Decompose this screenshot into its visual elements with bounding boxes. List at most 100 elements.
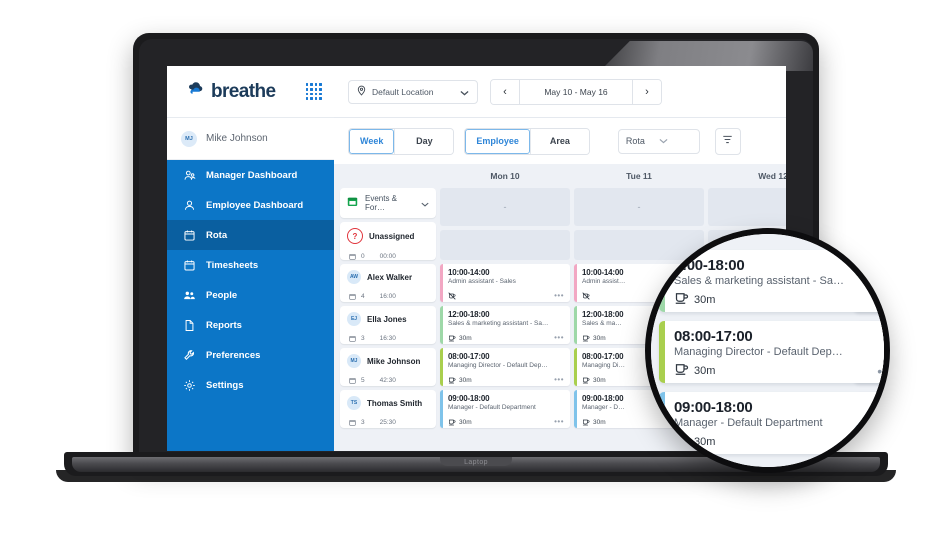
employee-row-ella-jones[interactable]: EJ Ella Jones 3 16:30 bbox=[340, 306, 436, 344]
employee-name: Mike Johnson bbox=[367, 356, 421, 366]
prev-week-button[interactable]: ‹ bbox=[491, 79, 519, 104]
view-select[interactable]: Rota bbox=[617, 128, 700, 154]
shift-card[interactable]: 12:00-18:00 Sales & marketing assistant … bbox=[440, 306, 570, 344]
tab-week[interactable]: Week bbox=[349, 128, 395, 154]
shift-count-icon bbox=[349, 329, 356, 347]
document-icon bbox=[182, 318, 196, 332]
shift-menu-button[interactable]: ••• bbox=[877, 435, 884, 449]
calendar-icon bbox=[182, 228, 196, 242]
shift-card[interactable]: 2:00-18:00 Sales & marketing assistant -… bbox=[659, 250, 884, 312]
shift-menu-button[interactable]: ••• bbox=[877, 293, 884, 307]
shift-menu-button[interactable]: ••• bbox=[877, 364, 884, 378]
sidebar-item-manager-dashboard[interactable]: Manager Dashboard bbox=[167, 160, 334, 190]
break-icon bbox=[582, 371, 590, 386]
employee-row-unassigned[interactable]: ? Unassigned 0 00:00 bbox=[340, 222, 436, 260]
break-icon bbox=[674, 290, 689, 310]
wrench-icon bbox=[182, 348, 196, 362]
employee-column: Events & For… ? Unassigned 0 00:00 AW Al… bbox=[340, 164, 436, 451]
shift-time: 08:00-17:00 bbox=[448, 352, 490, 361]
employee-name: Thomas Smith bbox=[367, 398, 423, 408]
user-icon bbox=[182, 198, 196, 212]
shift-time: 10:00-14:00 bbox=[448, 268, 490, 277]
range-tab-group: Week Day bbox=[348, 127, 455, 155]
shift-card[interactable]: 08:00-17:00 Managing Director - Default … bbox=[659, 321, 884, 383]
break-icon bbox=[448, 371, 456, 386]
date-range-label: May 10 - May 16 bbox=[519, 79, 633, 104]
unassigned-cell[interactable] bbox=[440, 230, 570, 260]
shift-time: 09:00-18:00 bbox=[448, 394, 490, 403]
sidebar-item-timesheets[interactable]: Timesheets bbox=[167, 250, 334, 280]
hours-total: 16:00 bbox=[379, 292, 396, 300]
sidebar-item-label: Reports bbox=[206, 319, 242, 331]
shift-card[interactable]: 09:00-18:00 Manager - Default Department… bbox=[440, 390, 570, 428]
location-value: Default Location bbox=[372, 86, 434, 97]
filter-button[interactable] bbox=[714, 127, 741, 155]
events-forecast-select[interactable]: Events & For… bbox=[340, 188, 436, 218]
group-tab-group: Employee Area bbox=[464, 127, 590, 155]
shift-count-icon bbox=[349, 413, 356, 431]
shift-break: 30m bbox=[459, 334, 472, 342]
shift-count: 4 bbox=[361, 292, 365, 300]
break-icon bbox=[448, 413, 456, 428]
shift-card[interactable]: 08:00-17:00 Managing Director - Default … bbox=[440, 348, 570, 386]
employee-row-thomas-smith[interactable]: TS Thomas Smith 3 25:30 bbox=[340, 390, 436, 428]
chevron-down-icon bbox=[659, 136, 692, 146]
calendar-green-icon bbox=[347, 194, 358, 212]
filter-icon bbox=[722, 132, 733, 150]
brand-logo[interactable]: breathe bbox=[188, 81, 276, 103]
shift-card[interactable]: 10:00-14:00 Admin assistant - Sales ••• bbox=[440, 264, 570, 302]
sidebar-item-reports[interactable]: Reports bbox=[167, 310, 334, 340]
sidebar-item-preferences[interactable]: Preferences bbox=[167, 340, 334, 370]
day-column-mon-10: Mon 10 - 10:00-14:00 Admin assistant - S… bbox=[440, 164, 570, 451]
break-icon bbox=[582, 413, 590, 428]
shift-count: 3 bbox=[361, 418, 365, 426]
hours-total: 00:00 bbox=[379, 252, 396, 260]
hours-total: 42:30 bbox=[379, 376, 396, 384]
tab-day[interactable]: Day bbox=[394, 128, 454, 154]
gear-icon bbox=[182, 378, 196, 392]
day-header: Wed 12 bbox=[758, 171, 786, 181]
tab-employee[interactable]: Employee bbox=[465, 128, 530, 154]
events-cell[interactable]: - bbox=[440, 188, 570, 226]
sidebar-item-people[interactable]: People bbox=[167, 280, 334, 310]
tab-area[interactable]: Area bbox=[529, 128, 589, 154]
shift-menu-button[interactable]: ••• bbox=[554, 376, 564, 384]
no-break-icon bbox=[582, 287, 590, 302]
shift-menu-button[interactable]: ••• bbox=[554, 418, 564, 426]
apps-grid-icon[interactable] bbox=[305, 83, 322, 100]
shift-count: 5 bbox=[361, 376, 365, 384]
events-cell[interactable]: - bbox=[574, 188, 704, 226]
sidebar-item-rota[interactable]: Rota bbox=[167, 220, 334, 250]
shift-count: 0 bbox=[361, 252, 365, 260]
shift-time: 08:00-17:00 bbox=[674, 328, 753, 345]
current-user-name: Mike Johnson bbox=[206, 133, 268, 144]
sidebar-item-label: Employee Dashboard bbox=[206, 199, 304, 211]
sidebar-item-label: Timesheets bbox=[206, 259, 259, 271]
next-week-button[interactable]: › bbox=[633, 79, 661, 104]
employee-row-mike-johnson[interactable]: MJ Mike Johnson 5 42:30 bbox=[340, 348, 436, 386]
day-header: Mon 10 bbox=[490, 171, 520, 181]
employee-row-alex-walker[interactable]: AW Alex Walker 4 16:00 bbox=[340, 264, 436, 302]
shift-card[interactable]: 09:00-18:00 Manager - Default Department… bbox=[659, 392, 884, 454]
laptop-base-label: Laptop bbox=[464, 459, 488, 466]
break-icon bbox=[448, 329, 456, 344]
date-navigator: ‹ May 10 - May 16 › bbox=[490, 78, 662, 105]
day-header: Tue 11 bbox=[626, 171, 652, 181]
location-select[interactable]: Default Location bbox=[348, 79, 478, 104]
break-icon bbox=[674, 432, 689, 452]
shift-menu-button[interactable]: ••• bbox=[554, 292, 564, 300]
shift-break: 30m bbox=[593, 334, 606, 342]
shift-menu-button[interactable]: ••• bbox=[554, 334, 564, 342]
shift-count-icon bbox=[349, 247, 356, 265]
avatar: MJ bbox=[181, 130, 197, 147]
sidebar-item-employee-dashboard[interactable]: Employee Dashboard bbox=[167, 190, 334, 220]
shift-break: 30m bbox=[694, 365, 716, 377]
current-user[interactable]: MJ Mike Johnson bbox=[167, 118, 334, 160]
shift-count: 3 bbox=[361, 334, 365, 342]
hours-total: 25:30 bbox=[379, 418, 396, 426]
employee-name: Unassigned bbox=[369, 231, 415, 241]
shift-break: 30m bbox=[593, 376, 606, 384]
events-cell[interactable] bbox=[708, 188, 786, 226]
sidebar-item-settings[interactable]: Settings bbox=[167, 370, 334, 400]
no-break-icon bbox=[448, 287, 456, 302]
